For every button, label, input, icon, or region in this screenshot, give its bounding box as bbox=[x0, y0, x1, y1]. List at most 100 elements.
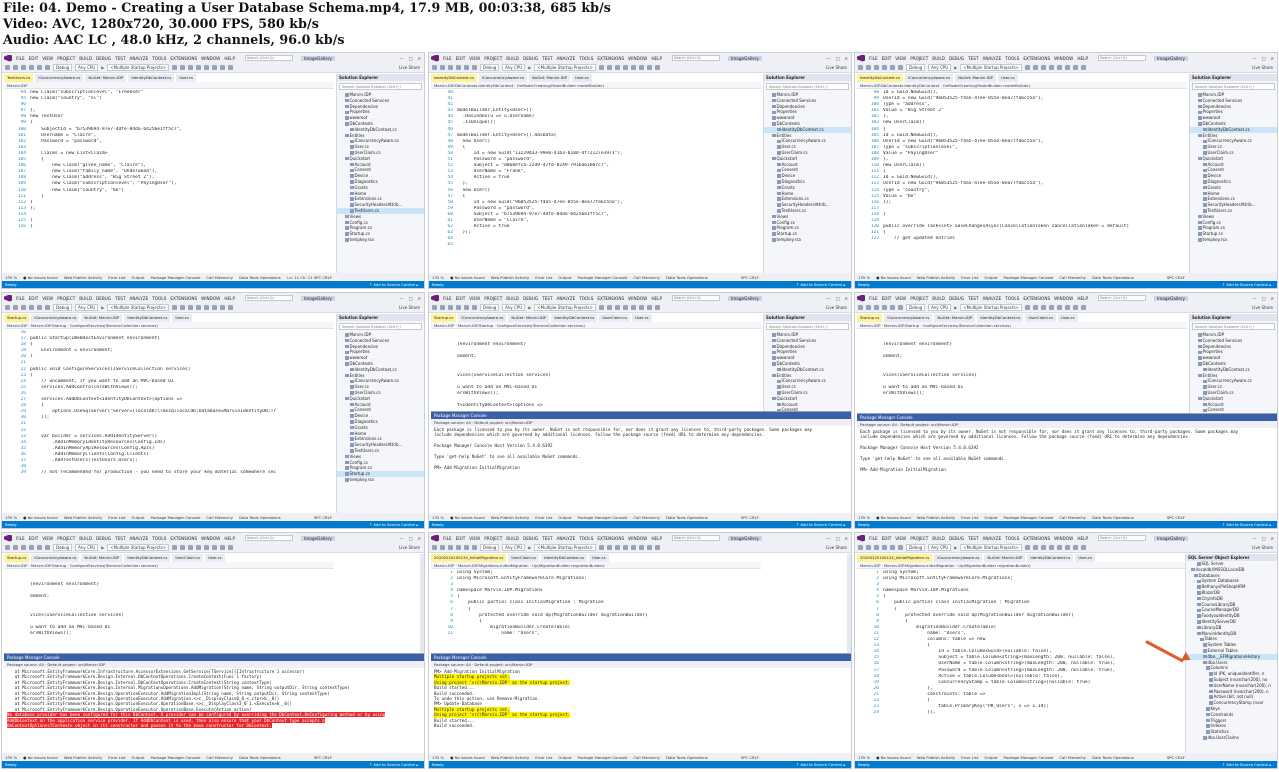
toolbar-icon[interactable] bbox=[172, 305, 178, 310]
toolbar-icon[interactable] bbox=[1041, 545, 1047, 550]
zoom-level[interactable]: 135 % bbox=[5, 755, 17, 760]
package-source-bar[interactable]: Package source: All · Default project: s… bbox=[431, 419, 851, 426]
toolbar-icon[interactable] bbox=[607, 65, 613, 70]
menu-item[interactable]: VIEW bbox=[895, 56, 906, 61]
menu-item[interactable]: FILE bbox=[16, 536, 25, 541]
menu-item[interactable]: HELP bbox=[224, 56, 235, 61]
toolbar-icon[interactable] bbox=[1081, 545, 1087, 550]
toolbar-icon[interactable] bbox=[204, 305, 210, 310]
document-tab[interactable]: IdentityDbContext.cs bbox=[124, 314, 171, 322]
menu-item[interactable]: EDIT bbox=[882, 536, 892, 541]
toolbar-icon[interactable] bbox=[607, 305, 613, 310]
menu-item[interactable]: ANALYZE bbox=[130, 56, 149, 61]
document-tab[interactable]: User.cs bbox=[1075, 554, 1095, 562]
menu-item[interactable]: EXTENSIONS bbox=[1023, 536, 1050, 541]
toolbar-icon[interactable] bbox=[188, 545, 194, 550]
zoom-level[interactable]: 135 % bbox=[5, 515, 17, 520]
start-icon[interactable]: ▶ bbox=[954, 545, 957, 550]
toolbar-icon[interactable] bbox=[1049, 545, 1055, 550]
window-button[interactable]: — bbox=[399, 56, 403, 61]
menu-item[interactable]: FILE bbox=[16, 296, 25, 301]
solution-tree-item[interactable]: tempkey.rsa bbox=[764, 237, 851, 243]
toolbar-icon[interactable] bbox=[866, 545, 871, 550]
tool-window-tab[interactable]: Call Hierarchy bbox=[1059, 515, 1086, 520]
window-button[interactable]: ✕ bbox=[417, 56, 421, 61]
tool-window-tab[interactable]: Data Tools Operations bbox=[239, 275, 281, 280]
document-tab-active[interactable]: 20200220100134_InitialMigration.cs bbox=[857, 554, 933, 562]
tool-window-tab[interactable]: Web Publish Activity bbox=[491, 515, 529, 520]
tool-window-tab[interactable]: Output bbox=[131, 275, 144, 280]
configuration-dropdown[interactable]: Debug bbox=[480, 544, 500, 551]
platform-dropdown[interactable]: Any CPU bbox=[502, 64, 526, 71]
menu-item[interactable]: EXTENSIONS bbox=[170, 536, 197, 541]
toolbar-icon[interactable] bbox=[655, 305, 661, 310]
toolbar-icon[interactable] bbox=[623, 65, 629, 70]
tool-window-tab[interactable]: Call Hierarchy bbox=[1059, 275, 1086, 280]
search-input[interactable]: Search (Ctrl+Q) bbox=[671, 55, 720, 61]
menu-item[interactable]: TOOLS bbox=[579, 296, 593, 301]
document-tab[interactable]: User.cs bbox=[632, 314, 652, 322]
toolbar-icon[interactable] bbox=[440, 305, 445, 310]
window-button[interactable]: □ bbox=[836, 536, 840, 541]
menu-item[interactable]: WINDOW bbox=[628, 56, 647, 61]
startup-projects-dropdown[interactable]: <Multiple Startup Projects> bbox=[107, 304, 170, 311]
search-input[interactable]: Search (Ctrl+Q) bbox=[1097, 295, 1146, 301]
toolbar-icon[interactable] bbox=[440, 65, 445, 70]
menu-item[interactable]: PROJECT bbox=[57, 56, 75, 61]
toolbar-icon[interactable] bbox=[858, 545, 863, 550]
toolbar-icon[interactable] bbox=[29, 545, 34, 550]
toolbar-icon[interactable] bbox=[464, 65, 469, 70]
startup-projects-dropdown[interactable]: <Multiple Startup Projects> bbox=[534, 304, 597, 311]
zoom-level[interactable]: 135 % bbox=[858, 515, 870, 520]
tool-window-tab[interactable]: Package Manager Console bbox=[1004, 275, 1054, 280]
toolbar-icon[interactable] bbox=[607, 545, 613, 550]
configuration-dropdown[interactable]: Debug bbox=[53, 544, 73, 551]
document-tab[interactable]: UserClaim.cs bbox=[508, 554, 540, 562]
menu-item[interactable]: DEBUG bbox=[523, 296, 538, 301]
solution-search-input[interactable]: Search Solution Explorer (Ctrl+;) bbox=[339, 83, 422, 90]
toolbar-icon[interactable] bbox=[1073, 65, 1079, 70]
toolbar-icon[interactable] bbox=[5, 65, 10, 70]
toolbar-icon[interactable] bbox=[655, 545, 661, 550]
menu-item[interactable]: BUILD bbox=[932, 536, 945, 541]
menu-item[interactable]: WINDOW bbox=[201, 56, 220, 61]
toolbar-icon[interactable] bbox=[898, 305, 903, 310]
document-tab[interactable]: IdentityDbContext.cs bbox=[541, 554, 588, 562]
toolbar-icon[interactable] bbox=[882, 65, 887, 70]
toolbar-icon[interactable] bbox=[472, 545, 477, 550]
menu-item[interactable]: HELP bbox=[1077, 536, 1088, 541]
menu-item[interactable]: HELP bbox=[1077, 56, 1088, 61]
menu-item[interactable]: EDIT bbox=[29, 296, 39, 301]
start-icon[interactable]: ▶ bbox=[528, 305, 531, 310]
code-editor[interactable]: 98 99 100 101 102 103 104 105 106 107 108 109 110 111… bbox=[857, 90, 1187, 274]
document-tab[interactable]: IConcurrencyAware.cs bbox=[31, 314, 80, 322]
tool-window-tab[interactable]: Call Hierarchy bbox=[633, 275, 660, 280]
toolbar-icon[interactable] bbox=[220, 65, 226, 70]
navigation-bar[interactable]: Marvin.IDP · Marvin.IDP.Startup · Config… bbox=[431, 322, 761, 329]
toolbar-icon[interactable] bbox=[29, 305, 34, 310]
tool-window-tab[interactable]: Web Publish Activity bbox=[917, 275, 955, 280]
tool-window-tab[interactable]: Data Tools Operations bbox=[666, 515, 708, 520]
document-tab[interactable]: IdentityDbContext.cs bbox=[1027, 554, 1074, 562]
window-button[interactable]: □ bbox=[1262, 56, 1266, 61]
window-button[interactable]: □ bbox=[1262, 536, 1266, 541]
tool-window-tab[interactable]: Error List bbox=[961, 755, 978, 760]
navigation-bar[interactable]: Marvin.IDP · Marvin.IDP.Startup · Config… bbox=[4, 562, 334, 569]
toolbar-icon[interactable] bbox=[13, 545, 18, 550]
window-button[interactable]: ✕ bbox=[1270, 56, 1274, 61]
menu-item[interactable]: TOOLS bbox=[1005, 56, 1019, 61]
search-input[interactable]: Search (Ctrl+Q) bbox=[244, 535, 293, 541]
window-button[interactable]: — bbox=[1252, 536, 1256, 541]
tool-window-tab[interactable]: Data Tools Operations bbox=[1092, 755, 1134, 760]
menu-item[interactable]: ANALYZE bbox=[983, 536, 1002, 541]
add-to-source-control-button[interactable]: ↑ Add to Source Control ▴ bbox=[796, 761, 851, 768]
platform-dropdown[interactable]: Any CPU bbox=[928, 544, 952, 551]
toolbar-icon[interactable] bbox=[432, 305, 437, 310]
tool-window-tab[interactable]: Error List bbox=[961, 515, 978, 520]
document-tab[interactable]: NuGet: Marvin.IDP bbox=[934, 314, 976, 322]
document-tab[interactable]: User.cs bbox=[172, 314, 192, 322]
menu-item[interactable]: FILE bbox=[869, 296, 878, 301]
tool-window-tab[interactable]: Error List bbox=[108, 275, 125, 280]
menu-item[interactable]: WINDOW bbox=[1054, 536, 1073, 541]
package-source-bar[interactable]: Package source: All · Default project: s… bbox=[857, 421, 1277, 428]
